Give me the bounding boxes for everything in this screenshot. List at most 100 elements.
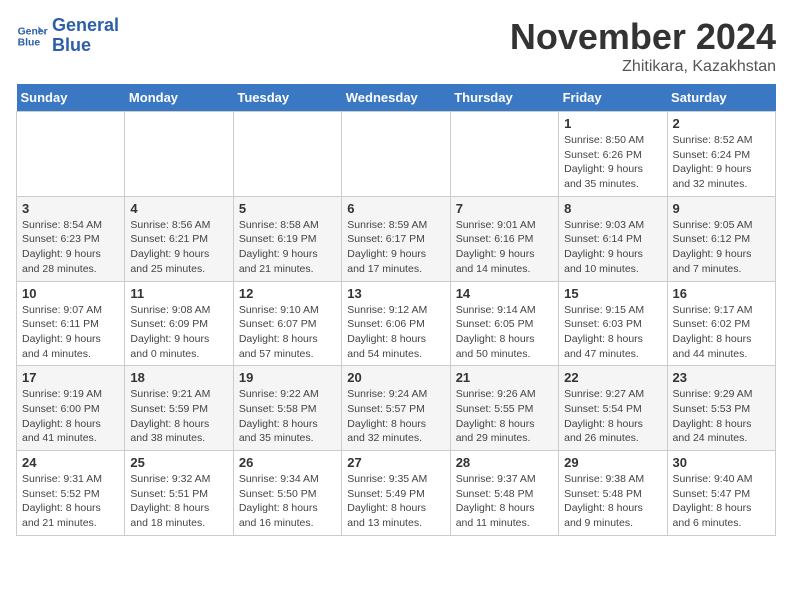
day-info: Sunrise: 9:10 AMSunset: 6:07 PMDaylight:… [239,303,336,362]
calendar-cell: 17 Sunrise: 9:19 AMSunset: 6:00 PMDayligh… [17,366,125,451]
day-info: Sunrise: 9:24 AMSunset: 5:57 PMDaylight:… [347,387,444,446]
calendar-cell: 16Sunrise: 9:17 AMSunset: 6:02 PMDayligh… [667,281,775,366]
day-number: 23 [673,370,770,385]
day-info: Sunrise: 9:22 AMSunset: 5:58 PMDaylight:… [239,387,336,446]
day-number: 27 [347,455,444,470]
day-info: Sunrise: 9:32 AMSunset: 5:51 PMDaylight:… [130,472,227,531]
day-info: Sunrise: 9:19 AMSunset: 6:00 PMDaylight:… [22,387,119,446]
calendar-cell: 24 Sunrise: 9:31 AMSunset: 5:52 PMDayligh… [17,451,125,536]
day-number: 22 [564,370,661,385]
calendar-cell: 10 Sunrise: 9:07 AMSunset: 6:11 PMDayligh… [17,281,125,366]
day-number: 17 [22,370,119,385]
day-number: 16 [673,286,770,301]
calendar-cell: 1 Sunrise: 8:50 AMSunset: 6:26 PMDaylight… [559,112,667,197]
calendar-cell: 26 Sunrise: 9:34 AMSunset: 5:50 PMDayligh… [233,451,341,536]
calendar-cell: 7 Sunrise: 9:01 AMSunset: 6:16 PMDaylight… [450,196,558,281]
day-number: 5 [239,201,336,216]
calendar-cell: 15 Sunrise: 9:15 AMSunset: 6:03 PMDayligh… [559,281,667,366]
day-number: 10 [22,286,119,301]
location: Zhitikara, Kazakhstan [510,58,776,76]
day-header-friday: Friday [559,84,667,112]
day-header-wednesday: Wednesday [342,84,450,112]
day-info: Sunrise: 8:56 AMSunset: 6:21 PMDaylight:… [130,218,227,277]
day-info: Sunrise: 8:50 AMSunset: 6:26 PMDaylight:… [564,133,661,192]
svg-text:Blue: Blue [18,37,41,48]
day-info: Sunrise: 9:14 AMSunset: 6:05 PMDaylight:… [456,303,553,362]
calendar-cell [233,112,341,197]
day-info: Sunrise: 8:59 AMSunset: 6:17 PMDaylight:… [347,218,444,277]
day-number: 30 [673,455,770,470]
day-number: 24 [22,455,119,470]
day-header-sunday: Sunday [17,84,125,112]
calendar-cell: 23 Sunrise: 9:29 AMSunset: 5:53 PMDayligh… [667,366,775,451]
day-info: Sunrise: 8:58 AMSunset: 6:19 PMDaylight:… [239,218,336,277]
day-number: 7 [456,201,553,216]
day-info: Sunrise: 9:26 AMSunset: 5:55 PMDaylight:… [456,387,553,446]
calendar-cell: 18 Sunrise: 9:21 AMSunset: 5:59 PMDayligh… [125,366,233,451]
month-title: November 2024 [510,16,776,58]
day-number: 15 [564,286,661,301]
day-number: 18 [130,370,227,385]
calendar-cell: 25 Sunrise: 9:32 AMSunset: 5:51 PMDayligh… [125,451,233,536]
calendar-cell [450,112,558,197]
calendar-week-4: 17 Sunrise: 9:19 AMSunset: 6:00 PMDayligh… [17,366,776,451]
day-info: Sunrise: 9:15 AMSunset: 6:03 PMDaylight:… [564,303,661,362]
day-info: Sunrise: 9:08 AMSunset: 6:09 PMDaylight:… [130,303,227,362]
calendar-cell: 20 Sunrise: 9:24 AMSunset: 5:57 PMDayligh… [342,366,450,451]
day-number: 11 [130,286,227,301]
day-info: Sunrise: 9:40 AMSunset: 5:47 PMDaylight:… [673,472,770,531]
day-info: Sunrise: 9:29 AMSunset: 5:53 PMDaylight:… [673,387,770,446]
day-number: 2 [673,116,770,131]
day-number: 19 [239,370,336,385]
day-info: Sunrise: 9:34 AMSunset: 5:50 PMDaylight:… [239,472,336,531]
day-info: Sunrise: 8:52 AMSunset: 6:24 PMDaylight:… [673,133,770,192]
logo-line2: Blue [52,36,119,56]
calendar-cell: 8 Sunrise: 9:03 AMSunset: 6:14 PMDaylight… [559,196,667,281]
day-info: Sunrise: 9:21 AMSunset: 5:59 PMDaylight:… [130,387,227,446]
calendar-week-3: 10 Sunrise: 9:07 AMSunset: 6:11 PMDayligh… [17,281,776,366]
calendar-cell: 2 Sunrise: 8:52 AMSunset: 6:24 PMDaylight… [667,112,775,197]
calendar-week-5: 24 Sunrise: 9:31 AMSunset: 5:52 PMDayligh… [17,451,776,536]
day-number: 29 [564,455,661,470]
calendar-week-1: 1 Sunrise: 8:50 AMSunset: 6:26 PMDaylight… [17,112,776,197]
logo: General Blue General Blue [16,16,119,56]
day-info: Sunrise: 9:31 AMSunset: 5:52 PMDaylight:… [22,472,119,531]
day-number: 28 [456,455,553,470]
calendar-cell: 29 Sunrise: 9:38 AMSunset: 5:48 PMDayligh… [559,451,667,536]
calendar-cell: 3Sunrise: 8:54 AMSunset: 6:23 PMDaylight… [17,196,125,281]
day-info: Sunrise: 9:05 AMSunset: 6:12 PMDaylight:… [673,218,770,277]
day-number: 20 [347,370,444,385]
day-number: 8 [564,201,661,216]
header: General Blue General Blue November 2024 … [16,16,776,76]
day-info: Sunrise: 9:01 AMSunset: 6:16 PMDaylight:… [456,218,553,277]
logo-line1: General [52,16,119,36]
day-number: 3 [22,201,119,216]
calendar-week-2: 3Sunrise: 8:54 AMSunset: 6:23 PMDaylight… [17,196,776,281]
day-header-thursday: Thursday [450,84,558,112]
day-number: 14 [456,286,553,301]
day-info: Sunrise: 9:37 AMSunset: 5:48 PMDaylight:… [456,472,553,531]
day-number: 4 [130,201,227,216]
calendar-cell: 14 Sunrise: 9:14 AMSunset: 6:05 PMDayligh… [450,281,558,366]
day-number: 12 [239,286,336,301]
calendar-table: SundayMondayTuesdayWednesdayThursdayFrid… [16,84,776,536]
logo-icon: General Blue [16,20,48,52]
day-info: Sunrise: 9:03 AMSunset: 6:14 PMDaylight:… [564,218,661,277]
calendar-cell [17,112,125,197]
calendar-cell: 22Sunrise: 9:27 AMSunset: 5:54 PMDayligh… [559,366,667,451]
calendar-cell: 13Sunrise: 9:12 AMSunset: 6:06 PMDayligh… [342,281,450,366]
day-header-saturday: Saturday [667,84,775,112]
calendar-cell: 4 Sunrise: 8:56 AMSunset: 6:21 PMDaylight… [125,196,233,281]
calendar-cell: 27 Sunrise: 9:35 AMSunset: 5:49 PMDayligh… [342,451,450,536]
day-info: Sunrise: 9:35 AMSunset: 5:49 PMDaylight:… [347,472,444,531]
day-info: Sunrise: 9:07 AMSunset: 6:11 PMDaylight:… [22,303,119,362]
day-number: 26 [239,455,336,470]
day-number: 21 [456,370,553,385]
day-info: Sunrise: 9:38 AMSunset: 5:48 PMDaylight:… [564,472,661,531]
calendar-cell: 12 Sunrise: 9:10 AMSunset: 6:07 PMDayligh… [233,281,341,366]
day-number: 25 [130,455,227,470]
day-number: 6 [347,201,444,216]
day-number: 1 [564,116,661,131]
calendar-cell: 21 Sunrise: 9:26 AMSunset: 5:55 PMDayligh… [450,366,558,451]
day-info: Sunrise: 9:12 AMSunset: 6:06 PMDaylight:… [347,303,444,362]
